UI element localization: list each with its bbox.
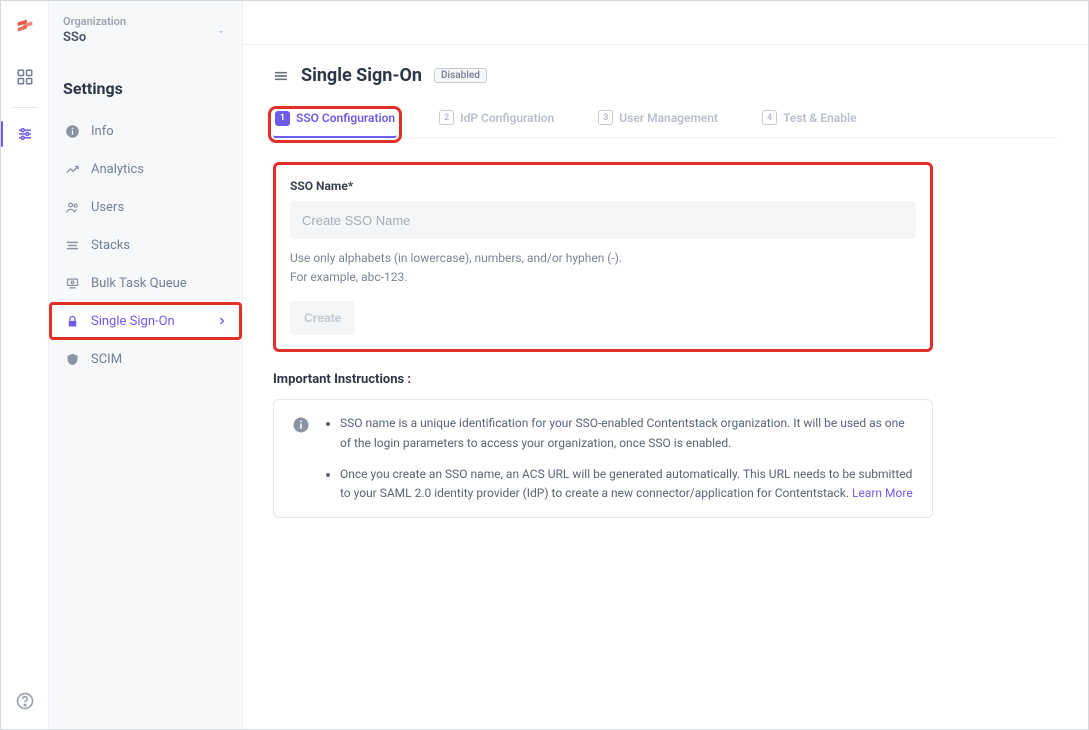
step-user-management[interactable]: 3 User Management (596, 110, 720, 137)
instruction-text: Once you create an SSO name, an ACS URL … (340, 467, 912, 500)
rail-item-dashboard[interactable] (9, 61, 41, 93)
sidebar-item-info[interactable]: Info (49, 112, 242, 150)
sidebar-item-label: SCIM (91, 352, 122, 367)
chevron-right-icon (216, 315, 228, 327)
learn-more-link[interactable]: Learn More (852, 486, 913, 500)
analytics-icon (63, 160, 81, 178)
rail-item-settings[interactable] (9, 118, 41, 150)
shield-icon (63, 350, 81, 368)
left-rail (1, 1, 49, 729)
chevron-down-icon (216, 27, 226, 37)
queue-icon (63, 274, 81, 292)
org-switcher[interactable]: Organization SSo (49, 1, 242, 53)
settings-sidebar: Organization SSo Settings Info Analytics (49, 1, 243, 729)
instructions-title: Important Instructions : (273, 372, 1058, 387)
sidebar-item-label: Users (91, 200, 124, 215)
sidebar-item-stacks[interactable]: Stacks (49, 226, 242, 264)
rail-divider (13, 107, 37, 108)
sso-name-label: SSO Name* (290, 179, 916, 193)
main-content: Single Sign-On Disabled 1 SSO Configurat… (243, 1, 1088, 729)
step-idp-configuration[interactable]: 2 IdP Configuration (437, 110, 556, 137)
helper-line: Use only alphabets (in lowercase), numbe… (290, 249, 916, 268)
instruction-item: SSO name is a unique identification for … (340, 414, 914, 452)
org-label: Organization (63, 15, 228, 28)
sidebar-item-bulk-task-queue[interactable]: Bulk Task Queue (49, 264, 242, 302)
stacks-icon (63, 236, 81, 254)
sidebar-item-users[interactable]: Users (49, 188, 242, 226)
sso-config-form: SSO Name* Use only alphabets (in lowerca… (273, 162, 933, 352)
info-icon (292, 416, 310, 434)
sidebar-item-label: Analytics (91, 162, 144, 177)
status-badge: Disabled (434, 68, 487, 83)
settings-section: Settings Info Analytics Users (49, 53, 242, 378)
step-test-enable[interactable]: 4 Test & Enable (760, 110, 858, 137)
info-icon (63, 122, 81, 140)
sidebar-item-analytics[interactable]: Analytics (49, 150, 242, 188)
instruction-item: Once you create an SSO name, an ACS URL … (340, 465, 914, 503)
step-number: 3 (598, 110, 613, 125)
topbar (243, 1, 1088, 45)
page-header: Single Sign-On Disabled (273, 65, 1058, 86)
wizard-steps: 1 SSO Configuration 2 IdP Configuration … (273, 110, 1058, 138)
instructions-box: SSO name is a unique identification for … (273, 399, 933, 518)
sso-name-helper: Use only alphabets (in lowercase), numbe… (290, 249, 916, 287)
step-sso-configuration[interactable]: 1 SSO Configuration (273, 111, 397, 138)
step-number: 4 (762, 110, 777, 125)
lock-icon (63, 312, 81, 330)
step-label: Test & Enable (783, 111, 856, 125)
page-title: Single Sign-On (301, 65, 422, 86)
sidebar-title: Settings (49, 79, 242, 112)
menu-icon[interactable] (273, 68, 289, 84)
sidebar-item-label: Bulk Task Queue (91, 276, 187, 291)
sidebar-item-label: Info (91, 124, 114, 139)
brand-logo (14, 15, 36, 37)
step-label: User Management (619, 111, 718, 125)
sidebar-item-scim[interactable]: SCIM (49, 340, 242, 378)
create-button[interactable]: Create (290, 301, 355, 335)
help-icon[interactable] (15, 691, 35, 711)
step-label: IdP Configuration (460, 111, 554, 125)
sidebar-item-single-sign-on[interactable]: Single Sign-On (49, 302, 242, 340)
sso-name-input[interactable] (290, 201, 916, 239)
step-number: 2 (439, 110, 454, 125)
helper-line: For example, abc-123. (290, 268, 916, 287)
instructions-list: SSO name is a unique identification for … (324, 414, 914, 503)
org-name: SSo (63, 30, 228, 45)
step-label: SSO Configuration (296, 111, 395, 125)
sidebar-item-label: Single Sign-On (91, 314, 175, 329)
users-icon (63, 198, 81, 216)
sidebar-item-label: Stacks (91, 238, 130, 253)
step-number: 1 (275, 111, 290, 126)
